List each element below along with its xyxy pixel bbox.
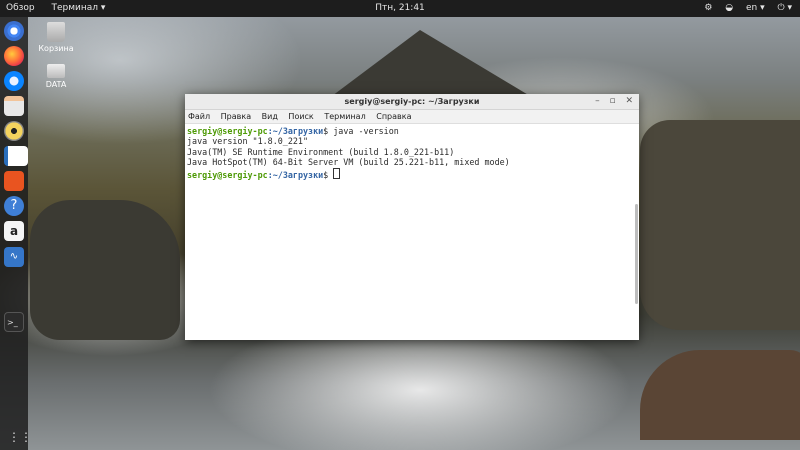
language-selector[interactable]: en ▾: [746, 3, 765, 13]
writer-icon[interactable]: [4, 146, 28, 166]
menu-help[interactable]: Справка: [376, 112, 411, 121]
output-line: java version "1.8.0_221": [187, 136, 309, 147]
terminal-window[interactable]: sergiy@sergiy-pc: ~/Загрузки – ▫ ✕ Файл …: [185, 94, 639, 340]
window-titlebar[interactable]: sergiy@sergiy-pc: ~/Загрузки – ▫ ✕: [185, 94, 639, 110]
menu-view[interactable]: Вид: [262, 112, 278, 121]
desktop-icon-data[interactable]: DATA: [36, 62, 76, 89]
scrollbar[interactable]: [635, 124, 638, 338]
terminal-menubar: Файл Правка Вид Поиск Терминал Справка: [185, 110, 639, 124]
system-monitor-icon[interactable]: ∿: [4, 247, 24, 267]
prompt-path: :~/Загрузки: [267, 126, 324, 136]
network-icon[interactable]: ◒: [725, 3, 733, 13]
prompt-symbol: $: [323, 169, 329, 180]
terminal-output[interactable]: sergiy@sergiy-pc:~/Загрузки$ java -versi…: [185, 124, 639, 182]
wallpaper-rock: [640, 120, 800, 330]
text-cursor: [333, 167, 341, 179]
close-icon[interactable]: ✕: [625, 96, 633, 106]
files-icon[interactable]: [4, 96, 24, 116]
output-line: Java HotSpot(TM) 64-Bit Server VM (build…: [187, 157, 510, 168]
desktop-icon-trash[interactable]: Корзина: [36, 22, 76, 53]
menu-search[interactable]: Поиск: [288, 112, 313, 121]
accessibility-icon[interactable]: ⚙: [704, 3, 712, 13]
drive-icon: [47, 64, 65, 78]
terminal-icon[interactable]: >_: [4, 312, 24, 332]
show-applications-icon[interactable]: ⋮⋮: [8, 430, 32, 444]
menu-edit[interactable]: Правка: [221, 112, 251, 121]
clock[interactable]: Птн, 21:41: [0, 0, 800, 17]
software-center-icon[interactable]: [4, 171, 24, 191]
trash-icon: [47, 22, 65, 42]
output-line: Java(TM) SE Runtime Environment (build 1…: [187, 146, 455, 157]
rhythmbox-icon[interactable]: [4, 121, 24, 141]
window-title: sergiy@sergiy-pc: ~/Загрузки: [344, 97, 480, 106]
maximize-icon[interactable]: ▫: [609, 96, 615, 106]
menu-file[interactable]: Файл: [188, 112, 210, 121]
wallpaper-rock: [640, 350, 800, 440]
power-icon[interactable]: ⏻ ▾: [778, 3, 793, 13]
prompt-user: sergiy@sergiy-pc: [187, 169, 268, 180]
help-icon[interactable]: ?: [4, 196, 24, 216]
menu-terminal[interactable]: Терминал: [324, 112, 365, 121]
minimize-icon[interactable]: –: [595, 96, 600, 106]
wallpaper-rock: [30, 200, 180, 340]
command-text: java -version: [328, 126, 399, 136]
scrollbar-thumb[interactable]: [635, 204, 638, 304]
top-bar: Обзор Терминал ▾ Птн, 21:41 ⚙ ◒ en ▾ ⏻ ▾: [0, 0, 800, 17]
amazon-icon[interactable]: a: [4, 221, 24, 241]
prompt-path: :~/Загрузки: [267, 169, 324, 180]
desktop-icon-label: DATA: [45, 80, 67, 89]
desktop-icon-label: Корзина: [38, 44, 74, 53]
thunderbird-icon[interactable]: [4, 71, 24, 91]
dock: ? a ∿ >_ ⋮⋮: [0, 17, 32, 450]
prompt-user: sergiy@sergiy-pc: [187, 126, 268, 136]
firefox-icon[interactable]: [4, 46, 24, 66]
chromium-icon[interactable]: [4, 21, 24, 41]
